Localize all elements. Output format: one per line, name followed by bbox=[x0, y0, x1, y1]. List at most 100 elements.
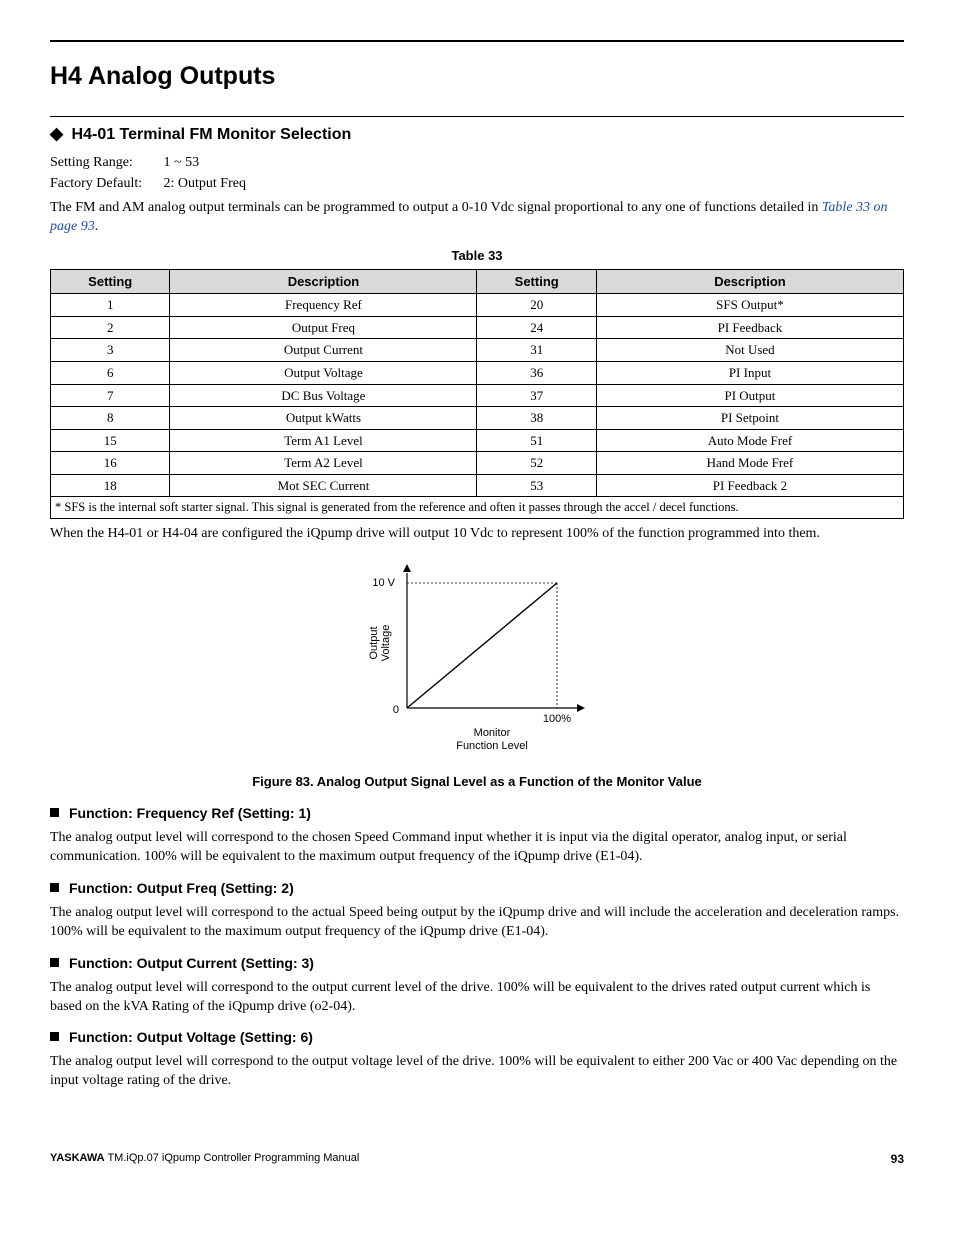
table-row: 1Frequency Ref20SFS Output* bbox=[51, 294, 904, 317]
after-table-paragraph: When the H4-01 or H4-04 are configured t… bbox=[50, 525, 904, 544]
table-cell: 2 bbox=[51, 316, 170, 339]
function-heading: Function: Output Freq (Setting: 2) bbox=[50, 879, 904, 898]
table-cell: Mot SEC Current bbox=[170, 474, 477, 497]
table-cell: 15 bbox=[51, 429, 170, 452]
table-cell: Frequency Ref bbox=[170, 294, 477, 317]
table-row: 2Output Freq24PI Feedback bbox=[51, 316, 904, 339]
intro-post: . bbox=[95, 219, 99, 234]
table-cell: 8 bbox=[51, 407, 170, 430]
intro-pre: The FM and AM analog output terminals ca… bbox=[50, 200, 822, 215]
table-row: 7DC Bus Voltage37PI Output bbox=[51, 384, 904, 407]
table-cell: Output Voltage bbox=[170, 361, 477, 384]
square-bullet-icon bbox=[50, 883, 59, 892]
figure-83-caption: Figure 83. Analog Output Signal Level as… bbox=[50, 773, 904, 791]
section-title: ◆ H4-01 Terminal FM Monitor Selection bbox=[50, 123, 904, 146]
table-33-caption: Table 33 bbox=[50, 247, 904, 265]
table-cell: PI Setpoint bbox=[596, 407, 903, 430]
table-cell: PI Feedback bbox=[596, 316, 903, 339]
table-footnote-row: * SFS is the internal soft starter signa… bbox=[51, 497, 904, 519]
top-rule bbox=[50, 40, 904, 42]
table-cell: DC Bus Voltage bbox=[170, 384, 477, 407]
function-heading: Function: Output Voltage (Setting: 6) bbox=[50, 1028, 904, 1047]
th-setting-1: Setting bbox=[51, 269, 170, 294]
function-title: Function: Output Freq (Setting: 2) bbox=[69, 880, 294, 896]
table-cell: Not Used bbox=[596, 339, 903, 362]
intro-paragraph: The FM and AM analog output terminals ca… bbox=[50, 199, 904, 237]
table-cell: 7 bbox=[51, 384, 170, 407]
analog-output-chart: 10 V 0 100% Output Voltage Monitor Funct… bbox=[347, 558, 607, 758]
section-rule bbox=[50, 116, 904, 117]
table-cell: PI Output bbox=[596, 384, 903, 407]
table-row: 16Term A2 Level52Hand Mode Fref bbox=[51, 452, 904, 475]
footer-brand: YASKAWA bbox=[50, 1152, 105, 1164]
table-row: 15Term A1 Level51Auto Mode Fref bbox=[51, 429, 904, 452]
table-cell: SFS Output* bbox=[596, 294, 903, 317]
table-cell: PI Input bbox=[596, 361, 903, 384]
table-cell: Output Current bbox=[170, 339, 477, 362]
table-cell: Output kWatts bbox=[170, 407, 477, 430]
table-row: 3Output Current31Not Used bbox=[51, 339, 904, 362]
function-title: Function: Output Current (Setting: 3) bbox=[69, 955, 314, 971]
table-cell: 31 bbox=[477, 339, 596, 362]
footer-left: YASKAWA TM.iQp.07 iQpump Controller Prog… bbox=[50, 1151, 359, 1167]
square-bullet-icon bbox=[50, 808, 59, 817]
factory-default-value: 2: Output Freq bbox=[164, 176, 246, 191]
table-cell: 52 bbox=[477, 452, 596, 475]
footer-page-number: 93 bbox=[891, 1151, 904, 1167]
function-body: The analog output level will correspond … bbox=[50, 1053, 904, 1091]
table-cell: Hand Mode Fref bbox=[596, 452, 903, 475]
chart-ylabel-2: Voltage bbox=[380, 625, 392, 662]
factory-default-label: Factory Default: bbox=[50, 175, 160, 194]
square-bullet-icon bbox=[50, 958, 59, 967]
th-description-2: Description bbox=[596, 269, 903, 294]
square-bullet-icon bbox=[50, 1032, 59, 1041]
table-cell: 38 bbox=[477, 407, 596, 430]
table-cell: 18 bbox=[51, 474, 170, 497]
table-cell: 24 bbox=[477, 316, 596, 339]
th-description-1: Description bbox=[170, 269, 477, 294]
function-body: The analog output level will correspond … bbox=[50, 979, 904, 1017]
footer-doc: TM.iQp.07 iQpump Controller Programming … bbox=[105, 1152, 360, 1164]
figure-83: 10 V 0 100% Output Voltage Monitor Funct… bbox=[50, 558, 904, 765]
table-33: Setting Description Setting Description … bbox=[50, 269, 904, 519]
table-footnote: * SFS is the internal soft starter signa… bbox=[51, 497, 904, 519]
chart-xlabel-2: Function Level bbox=[456, 740, 528, 752]
function-body: The analog output level will correspond … bbox=[50, 904, 904, 942]
table-cell: PI Feedback 2 bbox=[596, 474, 903, 497]
function-title: Function: Frequency Ref (Setting: 1) bbox=[69, 805, 311, 821]
table-cell: 1 bbox=[51, 294, 170, 317]
chart-xmax-label: 100% bbox=[543, 713, 571, 725]
chart-yzero-label: 0 bbox=[393, 704, 399, 716]
table-cell: Auto Mode Fref bbox=[596, 429, 903, 452]
chart-xlabel-1: Monitor bbox=[474, 727, 511, 739]
table-cell: 16 bbox=[51, 452, 170, 475]
table-header-row: Setting Description Setting Description bbox=[51, 269, 904, 294]
section-title-text: H4-01 Terminal FM Monitor Selection bbox=[72, 126, 352, 143]
table-cell: 51 bbox=[477, 429, 596, 452]
table-cell: 6 bbox=[51, 361, 170, 384]
table-cell: Term A1 Level bbox=[170, 429, 477, 452]
table-cell: 3 bbox=[51, 339, 170, 362]
page-title: H4 Analog Outputs bbox=[50, 60, 904, 94]
table-cell: 53 bbox=[477, 474, 596, 497]
function-title: Function: Output Voltage (Setting: 6) bbox=[69, 1029, 313, 1045]
factory-default-row: Factory Default: 2: Output Freq bbox=[50, 175, 904, 194]
table-cell: 37 bbox=[477, 384, 596, 407]
function-body: The analog output level will correspond … bbox=[50, 829, 904, 867]
table-cell: 36 bbox=[477, 361, 596, 384]
th-setting-2: Setting bbox=[477, 269, 596, 294]
table-row: 18Mot SEC Current53PI Feedback 2 bbox=[51, 474, 904, 497]
table-row: 6Output Voltage36PI Input bbox=[51, 361, 904, 384]
function-heading: Function: Frequency Ref (Setting: 1) bbox=[50, 804, 904, 823]
table-cell: Term A2 Level bbox=[170, 452, 477, 475]
chart-ylabel-1: Output bbox=[368, 627, 380, 660]
chart-ytop-label: 10 V bbox=[372, 577, 395, 589]
setting-range-label: Setting Range: bbox=[50, 154, 160, 173]
table-row: 8Output kWatts38PI Setpoint bbox=[51, 407, 904, 430]
page-footer: YASKAWA TM.iQp.07 iQpump Controller Prog… bbox=[50, 1151, 904, 1167]
function-heading: Function: Output Current (Setting: 3) bbox=[50, 954, 904, 973]
table-cell: Output Freq bbox=[170, 316, 477, 339]
setting-range-row: Setting Range: 1 ~ 53 bbox=[50, 154, 904, 173]
setting-range-value: 1 ~ 53 bbox=[164, 155, 200, 170]
table-cell: 20 bbox=[477, 294, 596, 317]
